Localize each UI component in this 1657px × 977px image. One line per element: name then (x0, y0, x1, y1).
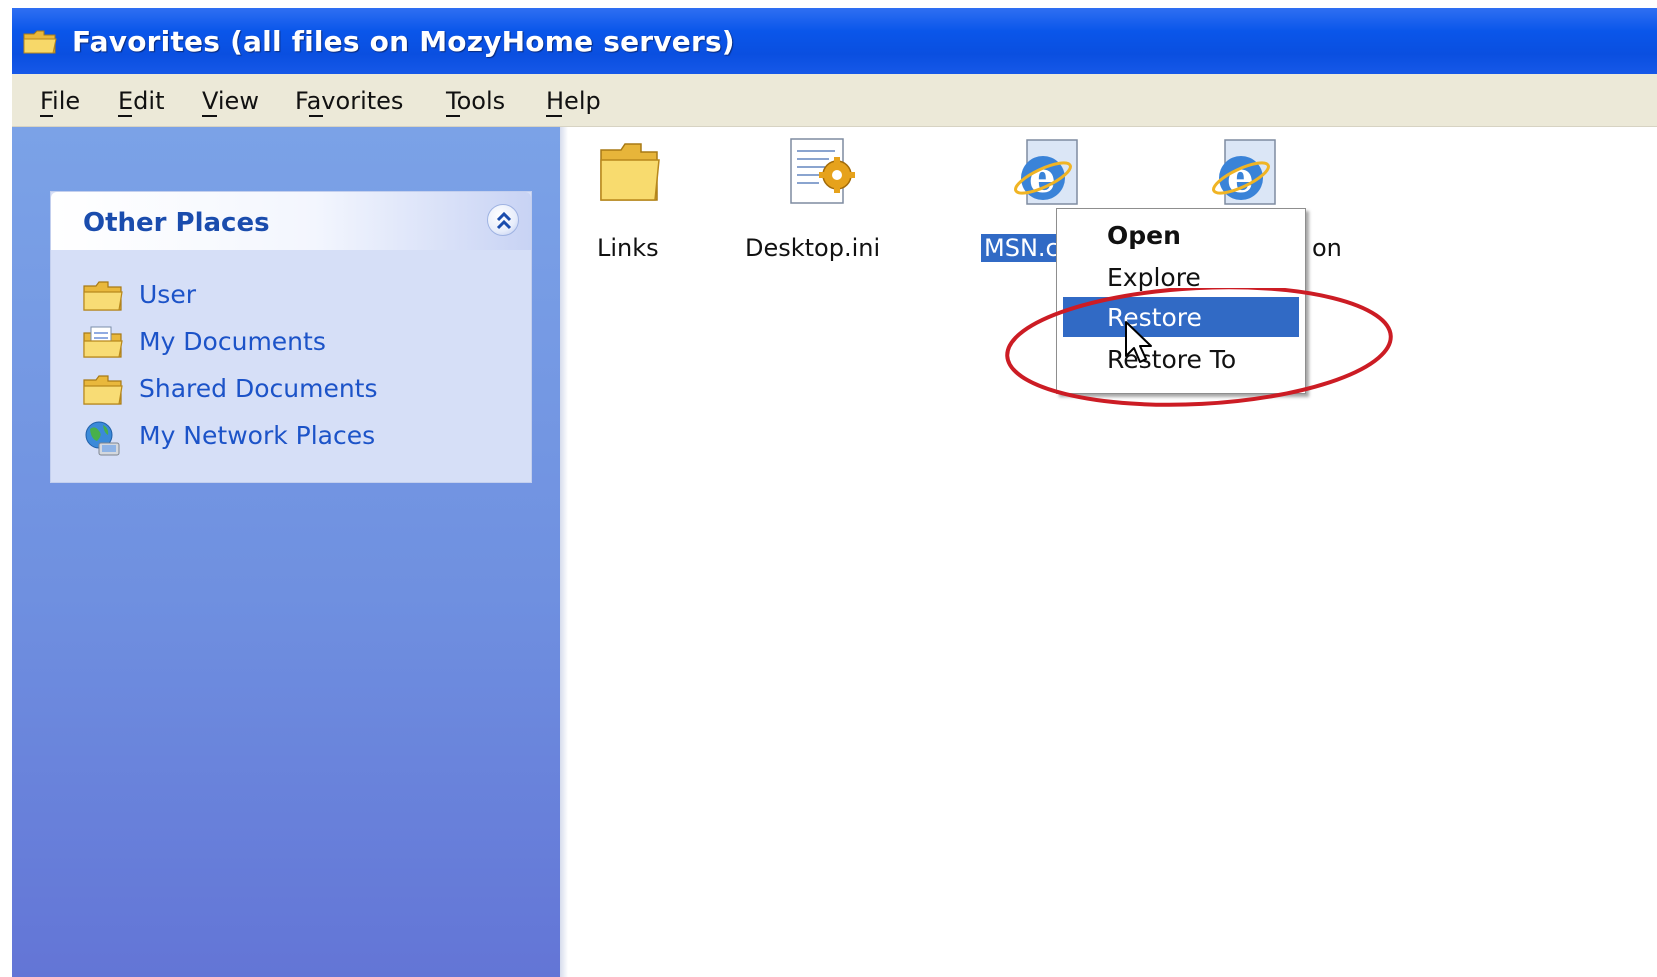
mnemonic-underline (546, 115, 562, 117)
context-item-explore[interactable]: Explore (1063, 257, 1299, 297)
place-user[interactable]: User (81, 276, 501, 316)
folder-icon (595, 138, 665, 212)
svg-text:e: e (1029, 153, 1056, 202)
context-item-restore-label: Restore (1107, 303, 1202, 332)
context-item-restore-to-label: Restore To (1107, 345, 1237, 374)
internet-shortcut-icon: e (1009, 136, 1085, 216)
file-links-label: Links (597, 234, 659, 262)
network-places-icon (81, 419, 125, 456)
mnemonic-underline (118, 115, 132, 117)
menu-help-label: Help (546, 87, 601, 115)
explorer-window: Favorites (all files on MozyHome servers… (12, 8, 1657, 977)
context-item-open-label: Open (1107, 221, 1181, 250)
file-desktop-ini[interactable]: Desktop.ini (737, 133, 907, 268)
context-item-explore-label: Explore (1107, 263, 1201, 292)
context-item-restore[interactable]: Restore (1063, 297, 1299, 337)
file-shortcut-2-label: on (1312, 234, 1342, 262)
mnemonic-underline (40, 115, 53, 117)
mnemonic-underline (446, 115, 460, 117)
pane-divider (560, 127, 568, 977)
file-msn-label: MSN.c (981, 234, 1062, 262)
place-my-network-places-label: My Network Places (139, 421, 376, 450)
folder-icon (22, 28, 58, 56)
settings-file-icon (785, 133, 861, 217)
place-my-documents[interactable]: My Documents (81, 323, 501, 363)
menu-view-label: View (202, 87, 259, 115)
menu-edit[interactable]: Edit (118, 87, 165, 117)
context-item-restore-to[interactable]: Restore To (1063, 339, 1299, 379)
folder-icon (81, 372, 125, 408)
chevron-up-double-icon (496, 211, 512, 230)
menu-view[interactable]: View (202, 87, 259, 117)
menu-file-label: File (40, 87, 81, 115)
place-shared-documents-label: Shared Documents (139, 374, 378, 403)
place-user-label: User (139, 280, 196, 309)
title-bar[interactable]: Favorites (all files on MozyHome servers… (12, 8, 1657, 74)
context-item-open[interactable]: Open (1063, 215, 1299, 255)
file-desktop-ini-label: Desktop.ini (745, 234, 881, 262)
other-places-panel: Other Places User My Documents Shared Do… (50, 191, 532, 483)
collapse-button[interactable] (487, 204, 519, 236)
folder-icon (81, 278, 125, 314)
internet-shortcut-icon: e (1207, 136, 1283, 216)
menu-favorites[interactable]: Favorites (295, 87, 404, 117)
menu-file[interactable]: File (40, 87, 81, 117)
menu-help[interactable]: Help (546, 87, 601, 117)
context-menu: Open Explore Restore Restore To (1056, 208, 1306, 394)
menu-favorites-label: Favorites (295, 87, 404, 115)
other-places-title: Other Places (83, 208, 270, 238)
documents-folder-icon (81, 325, 125, 361)
task-pane: Other Places User My Documents Shared Do… (12, 127, 560, 977)
file-links[interactable]: Links (587, 138, 697, 268)
other-places-header[interactable]: Other Places (51, 192, 531, 250)
svg-text:e: e (1227, 153, 1254, 202)
menu-tools-label: Tools (446, 87, 506, 115)
window-title: Favorites (all files on MozyHome servers… (72, 25, 735, 58)
menu-tools[interactable]: Tools (446, 87, 506, 117)
place-my-documents-label: My Documents (139, 327, 326, 356)
place-shared-documents[interactable]: Shared Documents (81, 370, 501, 410)
mnemonic-underline (202, 115, 217, 117)
place-my-network-places[interactable]: My Network Places (81, 417, 501, 457)
menu-edit-label: Edit (118, 87, 165, 115)
menu-bar: File Edit View Favorites Tools Help (12, 74, 1657, 127)
mnemonic-underline (309, 115, 323, 117)
